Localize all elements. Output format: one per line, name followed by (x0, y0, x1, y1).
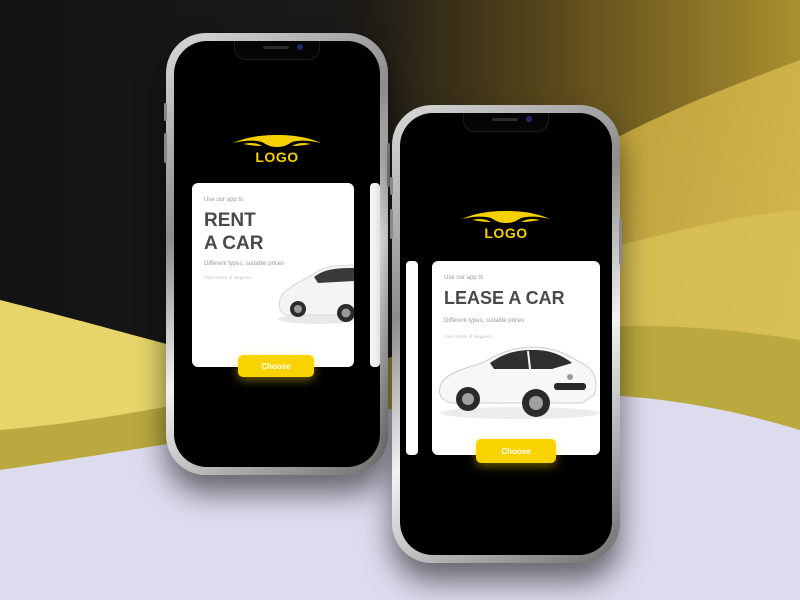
card-title-line1: RENT (204, 210, 256, 231)
card-title: LEASE A CAR (444, 288, 565, 308)
phone-screen: LOGO Use our app to RENT A CAR Different… (174, 41, 380, 467)
rent-card[interactable]: Use our app to RENT A CAR Different type… (192, 183, 354, 367)
card-note: Your choice of elegance (204, 275, 252, 280)
notch (234, 41, 320, 60)
card-description: Different types, suitable prices (444, 318, 525, 324)
lease-card[interactable]: Use our app to LEASE A CAR Different typ… (432, 261, 600, 455)
phone-rent: LOGO Use our app to RENT A CAR Different… (164, 33, 390, 475)
previous-card-peek[interactable] (406, 261, 418, 455)
choose-button[interactable]: Choose (238, 355, 314, 377)
app-logo: LOGO (229, 133, 325, 165)
card-subtitle: Use our app to (444, 275, 484, 281)
phone-lease: LOGO Use our app to LEASE A CAR Differen… (390, 105, 622, 563)
white-car-image (278, 264, 354, 324)
card-title-line2: A CAR (204, 233, 264, 254)
choose-button[interactable]: Choose (476, 439, 556, 463)
white-car-image (439, 346, 600, 419)
logo-text: LOGO (255, 149, 299, 165)
notch (463, 113, 549, 132)
app-logo: LOGO (456, 209, 556, 241)
logo-text: LOGO (484, 225, 528, 241)
next-card-peek[interactable] (370, 183, 380, 367)
card-subtitle: Use our app to (204, 197, 244, 203)
phone-screen: LOGO Use our app to LEASE A CAR Differen… (400, 113, 612, 555)
card-description: Different types, suitable prices (204, 261, 285, 267)
